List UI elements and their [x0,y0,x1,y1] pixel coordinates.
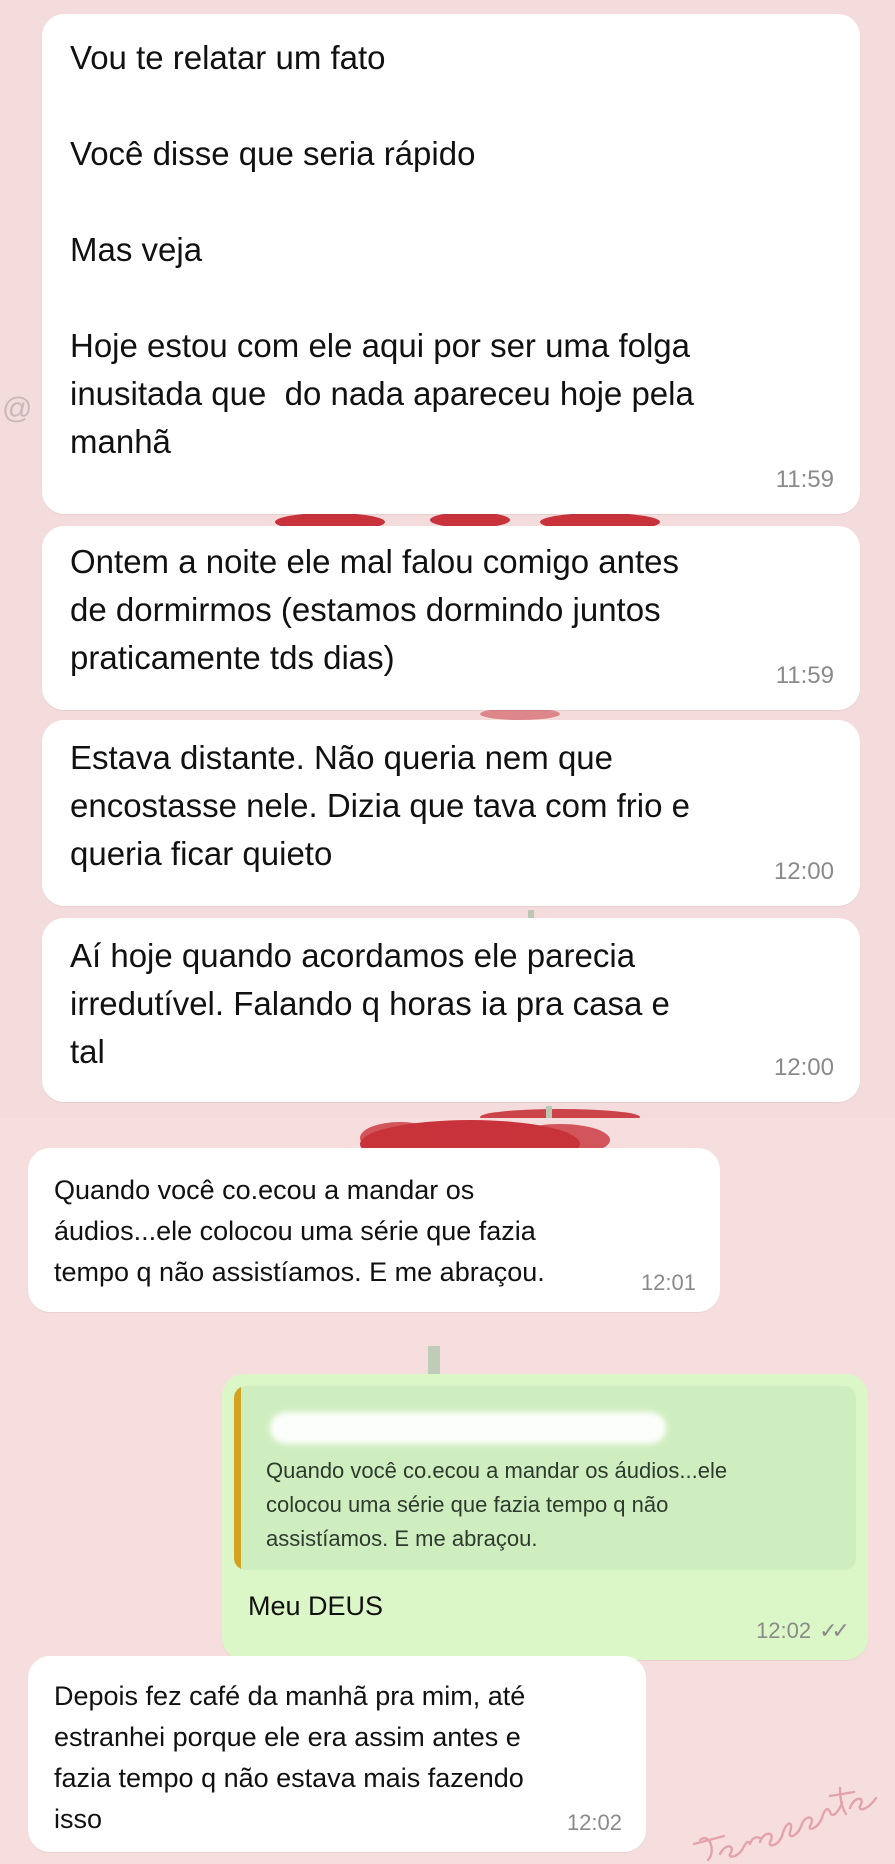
quote-author-redacted [270,1412,666,1444]
message-time: 11:59 [775,662,834,689]
watermark-logo [692,1786,878,1862]
message-text: Estava distante. Não queria nem que enco… [70,739,690,872]
chat-panel-top: @ Vou te relatar um fato Você disse que … [0,0,895,1118]
message-bubble-outgoing[interactable]: Quando você co.ecou a mandar os áudios..… [222,1374,868,1660]
message-time-row: 12:02 ✓✓ [756,1618,850,1644]
quoted-message[interactable]: Quando você co.ecou a mandar os áudios..… [234,1386,856,1570]
message-text: Quando você co.ecou a mandar os áudios..… [54,1175,545,1287]
message-text: Meu DEUS [248,1591,384,1621]
message-bubble-incoming[interactable]: Depois fez café da manhã pra mim, até es… [28,1656,646,1852]
message-time: 12:02 [756,1618,812,1643]
message-bubble-incoming[interactable]: Aí hoje quando acordamos ele parecia irr… [42,918,860,1102]
message-text: Depois fez café da manhã pra mim, até es… [54,1681,526,1834]
message-text: Aí hoje quando acordamos ele parecia irr… [70,937,670,1070]
quote-accent-bar [234,1386,241,1570]
chat-panel-bottom: Quando você co.ecou a mandar os áudios..… [0,1118,895,1864]
message-bubble-incoming[interactable]: Estava distante. Não queria nem que enco… [42,720,860,906]
message-bubble-incoming[interactable]: Ontem a noite ele mal falou comigo antes… [42,526,860,710]
message-time: 12:02 [566,1810,622,1835]
at-sign-icon: @ [2,392,33,425]
message-time: 12:00 [773,1054,834,1081]
message-time: 12:01 [640,1270,696,1295]
message-text: Vou te relatar um fato Você disse que se… [70,39,694,460]
message-bubble-incoming[interactable]: Vou te relatar um fato Você disse que se… [42,14,860,514]
message-time: 12:00 [773,858,834,885]
message-bubble-incoming[interactable]: Quando você co.ecou a mandar os áudios..… [28,1148,720,1312]
message-text: Ontem a noite ele mal falou comigo antes… [70,543,680,676]
message-time: 11:59 [775,466,834,493]
quoted-text: Quando você co.ecou a mandar os áudios..… [266,1458,728,1551]
read-receipt-icon: ✓✓ [819,1618,850,1643]
